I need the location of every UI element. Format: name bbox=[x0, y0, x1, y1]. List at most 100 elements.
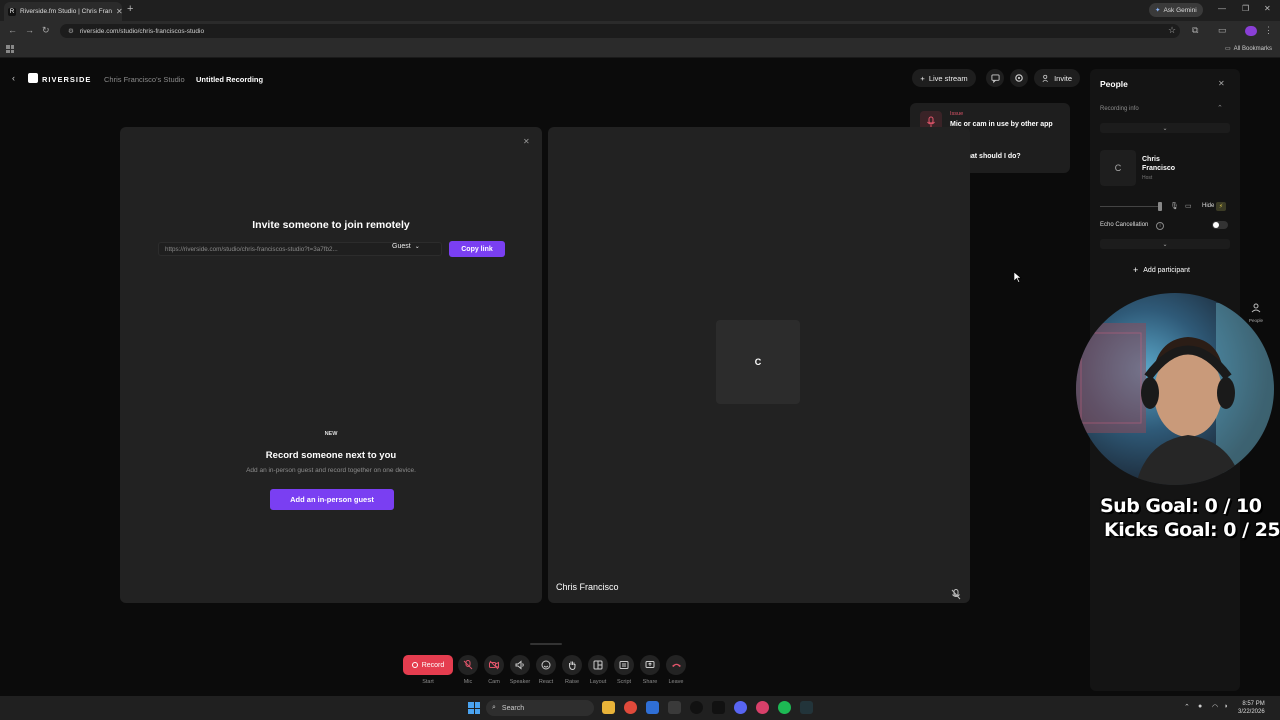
recording-info-label[interactable]: Recording info bbox=[1100, 106, 1139, 112]
close-invite-icon[interactable]: ✕ bbox=[523, 137, 530, 146]
chevron-down-icon: ⌄ bbox=[414, 244, 420, 250]
app-icon-dark[interactable] bbox=[668, 701, 681, 714]
mic-button[interactable] bbox=[458, 655, 478, 675]
share-button[interactable] bbox=[640, 655, 660, 675]
browser-tab-bar bbox=[0, 0, 1280, 21]
volume-icon[interactable]: ◗ bbox=[1224, 703, 1228, 710]
window-close-icon[interactable]: ✕ bbox=[1264, 4, 1271, 13]
recording-name[interactable]: Untitled Recording bbox=[196, 75, 263, 84]
layout-button[interactable] bbox=[588, 655, 608, 675]
tray-chevron-icon[interactable]: ⌃ bbox=[1184, 703, 1190, 711]
react-button[interactable] bbox=[536, 655, 556, 675]
app-icon-blue[interactable] bbox=[646, 701, 659, 714]
mic-muted-icon bbox=[951, 587, 961, 605]
echo-cancellation-toggle[interactable] bbox=[1212, 221, 1228, 229]
reload-icon[interactable]: ↻ bbox=[42, 25, 50, 36]
network-icon[interactable]: ◠ bbox=[1212, 703, 1218, 711]
recording-info-expander[interactable]: ⌄ bbox=[1100, 123, 1230, 133]
toolbar-drag-handle[interactable] bbox=[530, 643, 562, 645]
copy-link-button[interactable]: Copy link bbox=[449, 241, 505, 257]
toggle-knob bbox=[1213, 222, 1219, 228]
raise-hand-button[interactable] bbox=[562, 655, 582, 675]
info-icon[interactable]: i bbox=[1156, 222, 1164, 230]
apps-grid-icon[interactable] bbox=[6, 45, 14, 53]
folder-icon: ▭ bbox=[1224, 46, 1231, 52]
share-screen-icon bbox=[645, 661, 655, 668]
settings-button[interactable] bbox=[1010, 69, 1028, 87]
discord-icon[interactable] bbox=[734, 701, 747, 714]
chat-button[interactable] bbox=[986, 69, 1004, 87]
side-people-button[interactable]: People bbox=[1244, 300, 1268, 324]
camera-off-icon[interactable]: ▭ bbox=[1185, 202, 1192, 210]
record-label: Record bbox=[421, 661, 445, 669]
taskbar-clock[interactable]: 8:57 PM 3/22/2026 bbox=[1238, 700, 1265, 716]
invite-title: Invite someone to join remotely bbox=[252, 219, 410, 231]
close-tab-icon[interactable]: ✕ bbox=[116, 7, 122, 16]
invite-button[interactable]: Invite bbox=[1034, 69, 1080, 87]
volume-slider-track[interactable] bbox=[1100, 206, 1162, 207]
spotify-icon[interactable] bbox=[778, 701, 791, 714]
participant-avatar: C bbox=[716, 320, 800, 404]
lightning-icon: ⚡︎ bbox=[1216, 202, 1226, 211]
volume-slider-handle[interactable] bbox=[1158, 202, 1162, 211]
live-stream-button[interactable]: + Live stream bbox=[912, 69, 976, 87]
extensions-icon[interactable]: ⧉ bbox=[1192, 25, 1198, 36]
toolbar-label-leave: Leave bbox=[668, 679, 684, 685]
bookmark-star-icon[interactable]: ☆ bbox=[1168, 25, 1176, 36]
app-icon-pink[interactable] bbox=[756, 701, 769, 714]
cam-button[interactable] bbox=[484, 655, 504, 675]
back-icon[interactable]: ← bbox=[8, 25, 17, 35]
script-button[interactable] bbox=[614, 655, 634, 675]
participant-expander[interactable]: ⌄ bbox=[1100, 239, 1230, 249]
close-panel-icon[interactable]: ✕ bbox=[1218, 79, 1225, 88]
chevron-up-icon[interactable]: ⌃ bbox=[1217, 104, 1223, 112]
speaker-icon bbox=[515, 660, 524, 670]
minimize-icon[interactable]: — bbox=[1218, 4, 1226, 13]
add-in-person-guest-button[interactable]: Add an in-person guest bbox=[270, 489, 394, 510]
taskbar-search[interactable]: ⌕ Search bbox=[486, 700, 594, 716]
search-icon: ⌕ bbox=[492, 704, 496, 711]
riverside-logo: RIVERSIDE bbox=[42, 75, 92, 84]
camera-off-icon bbox=[489, 660, 499, 670]
mic-off-icon bbox=[463, 660, 473, 670]
record-button[interactable]: Record bbox=[403, 655, 453, 675]
chat-icon bbox=[990, 73, 1000, 83]
forward-icon[interactable]: → bbox=[25, 25, 34, 35]
all-bookmarks-label: All Bookmarks bbox=[1233, 45, 1272, 52]
all-bookmarks-button[interactable]: ▭ All Bookmarks bbox=[1224, 45, 1272, 53]
browser-tab[interactable]: R Riverside.fm Studio | Chris Fran ✕ bbox=[4, 2, 122, 21]
obs-icon[interactable] bbox=[690, 701, 703, 714]
tray-mic-icon[interactable]: ● bbox=[1198, 703, 1202, 710]
host-name-line1: Chris bbox=[1142, 156, 1160, 163]
host-name-line2: Francisco bbox=[1142, 165, 1176, 172]
speaker-button[interactable] bbox=[510, 655, 530, 675]
profile-avatar[interactable] bbox=[1245, 26, 1257, 36]
participant-name: Chris Francisco bbox=[556, 582, 619, 592]
mic-off-icon[interactable]: 🎙︎ bbox=[1170, 202, 1179, 210]
chrome-icon[interactable] bbox=[624, 701, 637, 714]
gear-icon bbox=[1015, 74, 1023, 82]
ask-gemini-label: Ask Gemini bbox=[1163, 6, 1197, 14]
terminal-icon[interactable] bbox=[800, 701, 813, 714]
riverside-logo-icon bbox=[28, 73, 38, 83]
add-participant-button[interactable]: + Add participant bbox=[1133, 265, 1190, 275]
back-chevron-icon[interactable]: ‹ bbox=[12, 73, 15, 83]
sub-goal-text: Sub Goal: 0 / 10 bbox=[1100, 495, 1262, 517]
role-value: Guest bbox=[392, 243, 411, 250]
file-explorer-icon[interactable] bbox=[602, 701, 615, 714]
menu-kebab-icon[interactable]: ⋮ bbox=[1264, 25, 1273, 36]
ask-gemini-button[interactable]: ✦ Ask Gemini bbox=[1149, 3, 1203, 17]
url-field[interactable]: ⚙ riverside.com/studio/chris-franciscos-… bbox=[60, 24, 1180, 38]
plus-icon: + bbox=[920, 73, 925, 83]
restore-icon[interactable]: ❐ bbox=[1242, 4, 1249, 13]
tiktok-icon[interactable] bbox=[712, 701, 725, 714]
studio-name[interactable]: Chris Francisco's Studio bbox=[104, 75, 185, 84]
record-dot-icon bbox=[411, 662, 418, 668]
new-tab-icon[interactable]: + bbox=[127, 3, 133, 15]
hide-button[interactable]: Hide bbox=[1202, 203, 1214, 209]
side-panel-icon[interactable]: ▭ bbox=[1218, 25, 1227, 36]
site-info-icon[interactable]: ⚙ bbox=[68, 27, 74, 35]
role-select[interactable]: Guest ⌄ bbox=[392, 243, 420, 250]
windows-start-icon[interactable] bbox=[468, 702, 480, 714]
leave-button[interactable] bbox=[666, 655, 686, 675]
